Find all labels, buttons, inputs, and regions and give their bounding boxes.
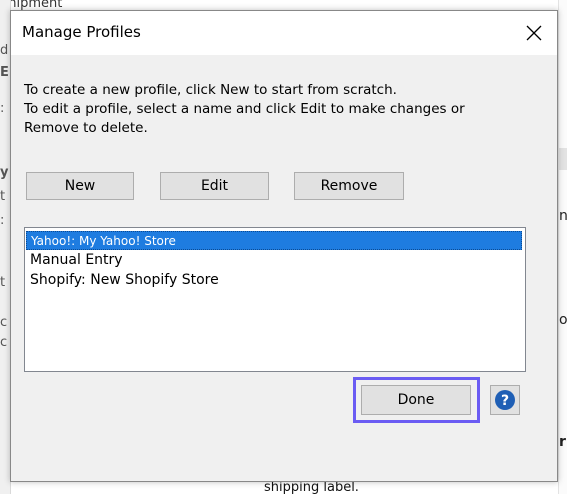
instruction-line: To edit a profile, select a name and cli… bbox=[24, 101, 465, 117]
dialog-title: Manage Profiles bbox=[22, 23, 141, 41]
background-fragment: d bbox=[0, 43, 9, 58]
background-text-shipping-label: shipping label. bbox=[264, 480, 359, 495]
profiles-listbox[interactable]: Yahoo!: My Yahoo! Store Manual Entry Sho… bbox=[24, 227, 526, 372]
background-right-column: n ou rr bbox=[558, 0, 567, 494]
edit-button[interactable]: Edit bbox=[160, 172, 269, 200]
profile-item-yahoo[interactable]: Yahoo!: My Yahoo! Store bbox=[26, 231, 522, 250]
background-fragment: t bbox=[0, 189, 6, 204]
background-fragment: rr bbox=[559, 434, 567, 450]
close-button[interactable] bbox=[511, 11, 557, 55]
new-button[interactable]: New bbox=[26, 172, 134, 200]
remove-button[interactable]: Remove bbox=[294, 172, 404, 200]
background-fragment: n bbox=[559, 208, 567, 224]
profile-item-manual-entry[interactable]: Manual Entry bbox=[26, 251, 522, 270]
background-fragment: ou bbox=[559, 312, 567, 328]
background-fragment: : bbox=[0, 101, 5, 116]
background-band bbox=[558, 148, 567, 170]
instructions-text: To create a new profile, click New to st… bbox=[24, 81, 524, 138]
help-button[interactable]: ? bbox=[490, 385, 520, 415]
instruction-line: Remove to delete. bbox=[24, 120, 148, 136]
svg-text:?: ? bbox=[501, 393, 509, 409]
done-button[interactable]: Done bbox=[361, 385, 471, 415]
dialog-titlebar: Manage Profiles bbox=[11, 11, 557, 55]
background-fragment: E bbox=[0, 65, 9, 80]
background-fragment: c bbox=[0, 315, 8, 330]
background-fragment: : bbox=[0, 213, 5, 228]
instruction-line: To create a new profile, click New to st… bbox=[24, 82, 397, 98]
manage-profiles-dialog: Manage Profiles To create a new profile,… bbox=[10, 10, 558, 482]
background-fragment: c bbox=[0, 335, 8, 350]
background-fragment: y bbox=[0, 165, 9, 180]
help-icon: ? bbox=[495, 390, 515, 410]
background-fragment: t bbox=[0, 275, 6, 290]
close-icon bbox=[526, 25, 542, 41]
profile-item-shopify[interactable]: Shopify: New Shopify Store bbox=[26, 271, 522, 290]
